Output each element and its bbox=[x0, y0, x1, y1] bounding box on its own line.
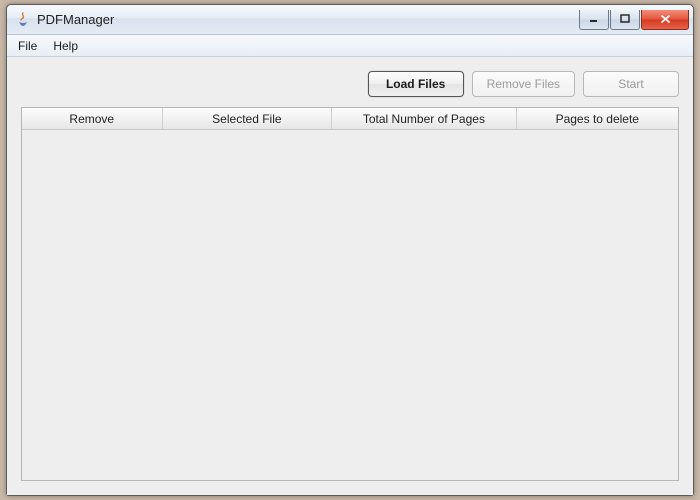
minimize-button[interactable] bbox=[579, 10, 609, 30]
maximize-button[interactable] bbox=[610, 10, 640, 30]
toolbar: Load Files Remove Files Start bbox=[21, 67, 679, 107]
remove-files-button[interactable]: Remove Files bbox=[472, 71, 575, 97]
col-pages-to-delete[interactable]: Pages to delete bbox=[517, 108, 678, 129]
table-header: Remove Selected File Total Number of Pag… bbox=[22, 108, 678, 130]
titlebar[interactable]: PDFManager bbox=[7, 5, 693, 35]
close-button[interactable] bbox=[641, 10, 689, 30]
java-app-icon bbox=[15, 12, 31, 28]
content-area: Load Files Remove Files Start Remove Sel… bbox=[7, 57, 693, 495]
app-window: PDFManager File Help Load Files Remove F… bbox=[6, 4, 694, 496]
col-total-pages[interactable]: Total Number of Pages bbox=[332, 108, 516, 129]
start-button[interactable]: Start bbox=[583, 71, 679, 97]
table-body bbox=[22, 130, 678, 480]
menu-file[interactable]: File bbox=[11, 37, 44, 55]
window-controls bbox=[579, 10, 689, 30]
menu-help[interactable]: Help bbox=[46, 37, 85, 55]
file-table: Remove Selected File Total Number of Pag… bbox=[21, 107, 679, 481]
col-selected-file[interactable]: Selected File bbox=[163, 108, 333, 129]
col-remove[interactable]: Remove bbox=[22, 108, 163, 129]
menubar: File Help bbox=[7, 35, 693, 57]
load-files-button[interactable]: Load Files bbox=[368, 71, 464, 97]
window-title: PDFManager bbox=[37, 12, 579, 27]
